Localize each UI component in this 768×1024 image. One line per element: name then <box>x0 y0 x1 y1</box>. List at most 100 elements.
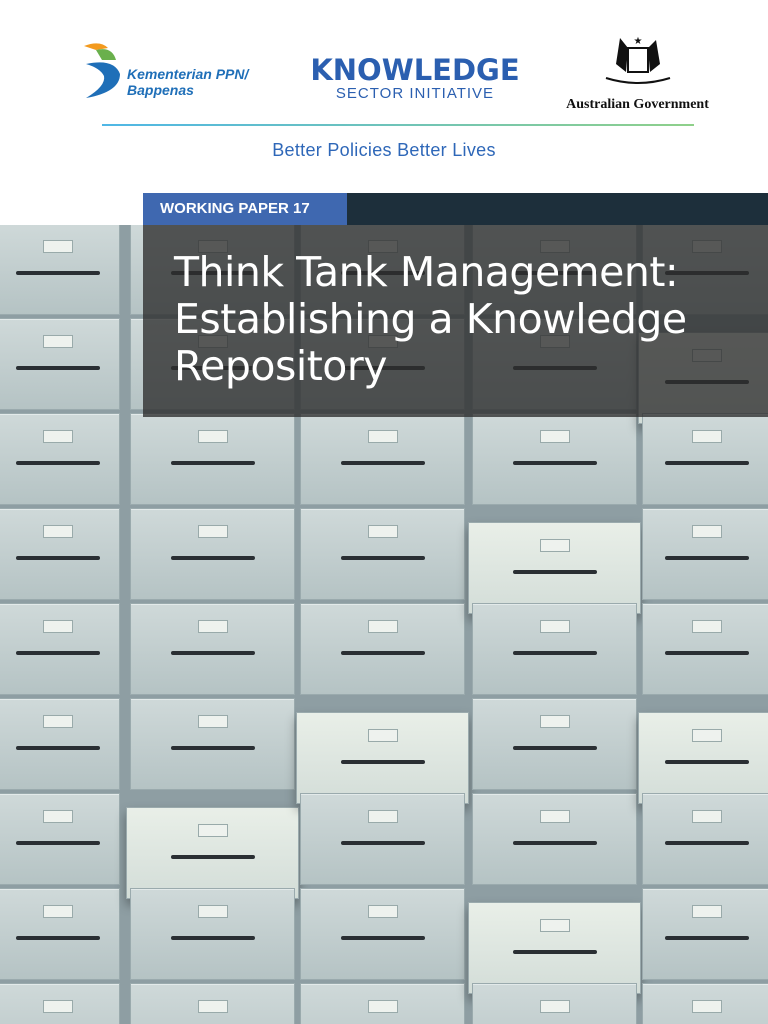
cabinet-drawer <box>472 698 637 790</box>
drawer-label <box>42 1000 73 1014</box>
drawer-handle <box>15 270 100 275</box>
drawer-label <box>539 539 570 553</box>
svg-text:★: ★ <box>633 36 642 47</box>
drawer-handle <box>512 840 597 845</box>
drawer-label <box>197 905 228 919</box>
cabinet-drawer <box>0 318 120 410</box>
cabinet-drawer <box>130 508 295 600</box>
drawer-label <box>539 810 570 824</box>
series-bar: WORKING PAPER 17 <box>143 193 768 225</box>
cabinet-drawer <box>0 983 120 1024</box>
drawer-label <box>367 905 398 919</box>
drawer-handle <box>15 650 100 655</box>
cabinet-drawer <box>0 603 120 695</box>
ksi-logo: KNOWLEDGE SECTOR INITIATIVE <box>310 55 520 102</box>
drawer-handle <box>15 365 100 370</box>
cabinet-drawer <box>472 603 637 695</box>
drawer-handle <box>665 555 749 560</box>
cabinet-drawer <box>642 793 768 885</box>
cabinet-drawer <box>126 807 299 899</box>
bappenas-line2: Bappenas <box>127 82 194 98</box>
cabinet-drawer <box>130 698 295 790</box>
cabinet-drawer <box>300 888 465 980</box>
cabinet-drawer <box>472 413 637 505</box>
drawer-label <box>367 1000 398 1014</box>
drawer-handle <box>340 759 425 764</box>
drawer-label <box>367 620 398 634</box>
drawer-handle <box>15 935 100 940</box>
drawer-label <box>197 525 228 539</box>
drawer-handle <box>170 745 255 750</box>
cabinet-drawer <box>638 712 768 804</box>
drawer-handle <box>512 745 597 750</box>
cabinet-drawer <box>642 413 768 505</box>
cabinet-drawer <box>300 508 465 600</box>
bappenas-line1: Kementerian PPN/ <box>127 66 249 82</box>
cabinet-drawer <box>642 508 768 600</box>
drawer-label <box>42 335 73 349</box>
drawer-handle <box>15 460 100 465</box>
drawer-label <box>197 430 228 444</box>
drawer-handle <box>665 650 749 655</box>
drawer-handle <box>170 555 255 560</box>
cabinet-drawer <box>642 888 768 980</box>
cabinet-drawer <box>300 603 465 695</box>
drawer-handle <box>665 759 749 764</box>
drawer-handle <box>665 935 749 940</box>
drawer-handle <box>512 569 597 574</box>
ksi-line2: SECTOR INITIATIVE <box>335 85 495 102</box>
drawer-label <box>42 430 73 444</box>
document-title: Think Tank Management: Establishing a Kn… <box>174 248 687 390</box>
drawer-handle <box>340 840 425 845</box>
drawer-handle <box>15 840 100 845</box>
cabinet-drawer <box>0 698 120 790</box>
drawer-handle <box>512 650 597 655</box>
drawer-label <box>692 905 722 919</box>
drawer-label <box>42 240 73 254</box>
drawer-handle <box>512 460 597 465</box>
bappenas-logo: Kementerian PPN/ Bappenas <box>82 40 282 100</box>
cabinet-drawer <box>130 888 295 980</box>
coat-of-arms-icon: ★ <box>605 36 670 84</box>
drawer-label <box>692 729 722 743</box>
cabinet-drawer <box>0 888 120 980</box>
drawer-handle <box>340 650 425 655</box>
drawer-label <box>539 715 570 729</box>
cabinet-drawer <box>472 793 637 885</box>
drawer-label <box>367 430 398 444</box>
ksi-line1: KNOWLEDGE <box>310 53 520 87</box>
cabinet-drawer <box>130 983 295 1024</box>
drawer-handle <box>665 840 749 845</box>
cabinet-drawer <box>468 522 641 614</box>
cabinet-drawer <box>0 225 120 315</box>
drawer-label <box>197 1000 228 1014</box>
drawer-label <box>539 1000 570 1014</box>
drawer-handle <box>512 949 597 954</box>
cabinet-drawer <box>0 413 120 505</box>
series-label: WORKING PAPER 17 <box>143 193 347 225</box>
drawer-handle <box>170 854 255 859</box>
drawer-label <box>367 810 398 824</box>
cabinet-drawer <box>0 793 120 885</box>
cabinet-drawer <box>0 508 120 600</box>
drawer-label <box>197 824 228 838</box>
drawer-handle <box>170 935 255 940</box>
drawer-label <box>197 620 228 634</box>
title-overlay: Think Tank Management: Establishing a Kn… <box>143 225 768 417</box>
australian-government-text: Australian Government <box>566 97 709 112</box>
drawer-label <box>692 620 722 634</box>
header-divider <box>102 124 694 126</box>
drawer-handle <box>15 745 100 750</box>
drawer-label <box>197 715 228 729</box>
drawer-label <box>42 905 73 919</box>
cabinet-drawer <box>300 793 465 885</box>
drawer-label <box>42 525 73 539</box>
drawer-handle <box>170 460 255 465</box>
drawer-label <box>42 715 73 729</box>
tagline: Better Policies Better Lives <box>272 140 496 160</box>
drawer-label <box>539 620 570 634</box>
drawer-label <box>42 620 73 634</box>
drawer-handle <box>15 555 100 560</box>
cabinet-drawer <box>296 712 469 804</box>
drawer-label <box>42 810 73 824</box>
